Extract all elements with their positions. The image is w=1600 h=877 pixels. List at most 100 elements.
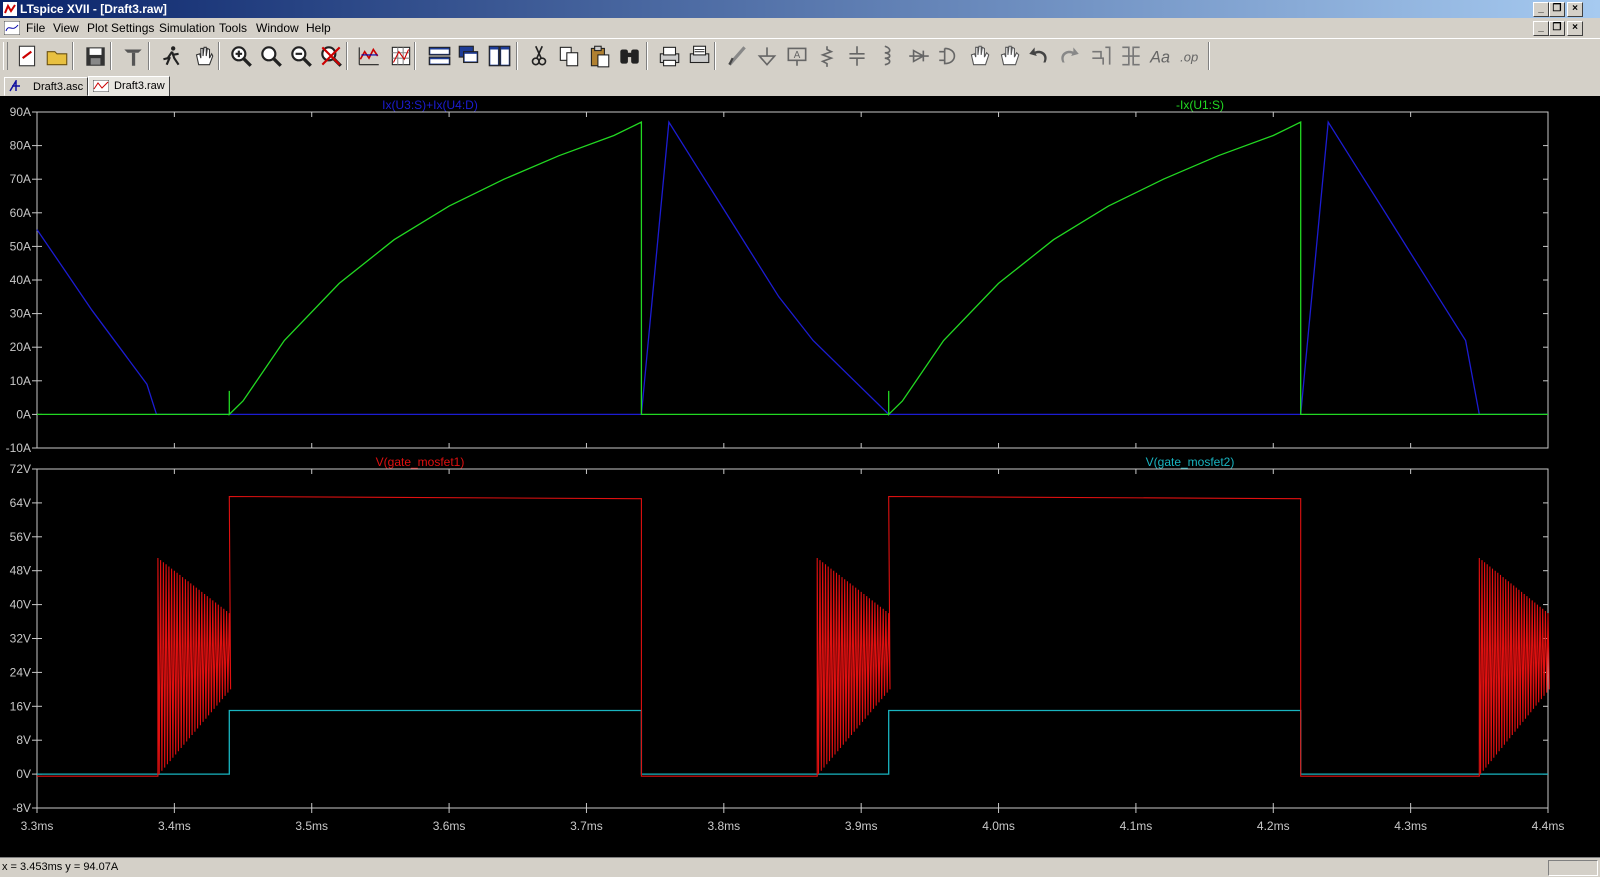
drag-icon[interactable]: [996, 43, 1022, 69]
y-tick-label: 60A: [10, 206, 31, 220]
x-tick-label: 4.3ms: [1394, 819, 1427, 833]
menu-window[interactable]: Window: [256, 21, 299, 35]
y-tick-label: 64V: [10, 496, 31, 510]
new-schematic-icon[interactable]: [14, 43, 40, 69]
toolbar-separator: [714, 42, 716, 70]
halt-icon[interactable]: [190, 43, 216, 69]
diode-icon[interactable]: [906, 43, 932, 69]
tile-vertical-icon[interactable]: [486, 43, 512, 69]
toolbar-separator: [218, 42, 220, 70]
tab-label: Draft3.asc: [33, 81, 84, 93]
y-tick-label: 40A: [10, 273, 31, 287]
y-tick-label: 56V: [10, 530, 31, 544]
text-icon[interactable]: Aa: [1148, 43, 1174, 69]
resistor-icon[interactable]: [814, 43, 840, 69]
y-tick-label: 24V: [10, 665, 31, 679]
document-tabs: Draft3.asc Draft3.raw: [0, 75, 1600, 97]
grid-icon[interactable]: [388, 43, 414, 69]
toolbar-grip[interactable]: [3, 42, 8, 70]
undo-icon[interactable]: [1026, 43, 1052, 69]
toolbar-separator: [1208, 42, 1210, 70]
run-icon[interactable]: [158, 43, 184, 69]
ground-icon[interactable]: [754, 43, 780, 69]
zoom-fit-icon[interactable]: [318, 43, 344, 69]
print-icon[interactable]: [656, 43, 682, 69]
child-restore-button[interactable]: ❐: [1549, 21, 1565, 36]
child-minimize-button[interactable]: _: [1533, 21, 1549, 36]
toolbar-separator: [110, 42, 112, 70]
toolbar-separator: [72, 42, 74, 70]
y-tick-label: -10A: [6, 441, 31, 455]
print-setup-icon[interactable]: [686, 43, 712, 69]
trace-v-gate-mosfet1[interactable]: [37, 495, 1550, 777]
tab-draft3-raw[interactable]: Draft3.raw: [88, 76, 170, 97]
save-icon[interactable]: [82, 43, 108, 69]
cut-icon[interactable]: [526, 43, 552, 69]
rotate-icon[interactable]: [1088, 43, 1114, 69]
trace-label[interactable]: V(gate_mosfet1): [376, 455, 465, 469]
copy-icon[interactable]: [556, 43, 582, 69]
move-icon[interactable]: [966, 43, 992, 69]
child-close-button[interactable]: ×: [1567, 21, 1583, 36]
x-tick-label: 4.4ms: [1532, 819, 1565, 833]
menu-plot-settings[interactable]: Plot Settings: [87, 21, 154, 35]
waveform-viewer[interactable]: 90A 80A 70A 60A 50A 40A 30A 20A 10A 0A -10A 72V 64V 5…: [0, 96, 1600, 857]
plot-pane-frame-top[interactable]: [36, 111, 1549, 449]
zoom-out-icon[interactable]: [288, 43, 314, 69]
minimize-button[interactable]: _: [1533, 2, 1549, 17]
trace-label[interactable]: Ix(U3:S)+Ix(U4:D): [382, 98, 478, 112]
close-button[interactable]: ×: [1567, 2, 1583, 17]
wire-icon[interactable]: [724, 43, 750, 69]
y-tick-label: 32V: [10, 632, 31, 646]
tab-draft3-asc[interactable]: Draft3.asc: [4, 77, 88, 96]
menu-view[interactable]: View: [53, 21, 79, 35]
svg-text:Aa: Aa: [1149, 49, 1170, 67]
capacitor-icon[interactable]: [844, 43, 870, 69]
redo-icon[interactable]: [1056, 43, 1082, 69]
cascade-icon[interactable]: [456, 43, 482, 69]
trace-v-gate-mosfet2[interactable]: [37, 709, 1548, 775]
mirror-icon[interactable]: [1118, 43, 1144, 69]
y-tick-label: 16V: [10, 699, 31, 713]
svg-text:A: A: [794, 50, 801, 61]
x-tick-label: 3.6ms: [433, 819, 466, 833]
y-tick-label: 30A: [10, 307, 31, 321]
toolbar: A Aa .op: [0, 38, 1600, 76]
menu-simulation[interactable]: Simulation: [159, 21, 215, 35]
status-panel: [1548, 860, 1598, 876]
paste-icon[interactable]: [586, 43, 612, 69]
menu-help[interactable]: Help: [306, 21, 331, 35]
trace-label[interactable]: -Ix(U1:S): [1176, 98, 1224, 112]
inductor-icon[interactable]: [874, 43, 900, 69]
x-tick-label: 4.2ms: [1257, 819, 1290, 833]
autorange-icon[interactable]: [356, 43, 382, 69]
document-icon[interactable]: [4, 21, 20, 35]
status-bar: x = 3.453ms y = 94.07A: [0, 857, 1600, 877]
component-icon[interactable]: [936, 43, 962, 69]
y-tick-label: 0A: [16, 407, 31, 421]
tab-label: Draft3.raw: [114, 80, 165, 92]
toolbar-separator: [516, 42, 518, 70]
control-panel-icon[interactable]: [120, 43, 146, 69]
zoom-area-icon[interactable]: [258, 43, 284, 69]
x-tick-label: 4.0ms: [982, 819, 1015, 833]
maximize-button[interactable]: ❐: [1549, 2, 1565, 17]
trace-ix-u1[interactable]: [37, 121, 1548, 416]
spice-directive-icon[interactable]: .op: [1178, 43, 1204, 69]
x-tick-label: 3.8ms: [707, 819, 740, 833]
open-icon[interactable]: [44, 43, 70, 69]
menu-file[interactable]: File: [26, 21, 45, 35]
menu-tools[interactable]: Tools: [219, 21, 247, 35]
zoom-in-icon[interactable]: [228, 43, 254, 69]
y-tick-label: 40V: [10, 598, 31, 612]
plot-pane-frame-bottom[interactable]: [36, 468, 1549, 809]
tile-horizontal-icon[interactable]: [426, 43, 452, 69]
menu-bar: File View Plot Settings Simulation Tools…: [0, 18, 1600, 38]
title-bar: LTspice XVII - [Draft3.raw] _ ❐ ×: [0, 0, 1600, 18]
plot-canvas[interactable]: 90A 80A 70A 60A 50A 40A 30A 20A 10A 0A -10A 72V 64V 5…: [0, 96, 1600, 857]
find-icon[interactable]: [616, 43, 642, 69]
x-tick-label: 4.1ms: [1120, 819, 1153, 833]
trace-label[interactable]: V(gate_mosfet2): [1146, 455, 1235, 469]
window-title: LTspice XVII - [Draft3.raw]: [20, 2, 167, 16]
label-icon[interactable]: A: [784, 43, 810, 69]
